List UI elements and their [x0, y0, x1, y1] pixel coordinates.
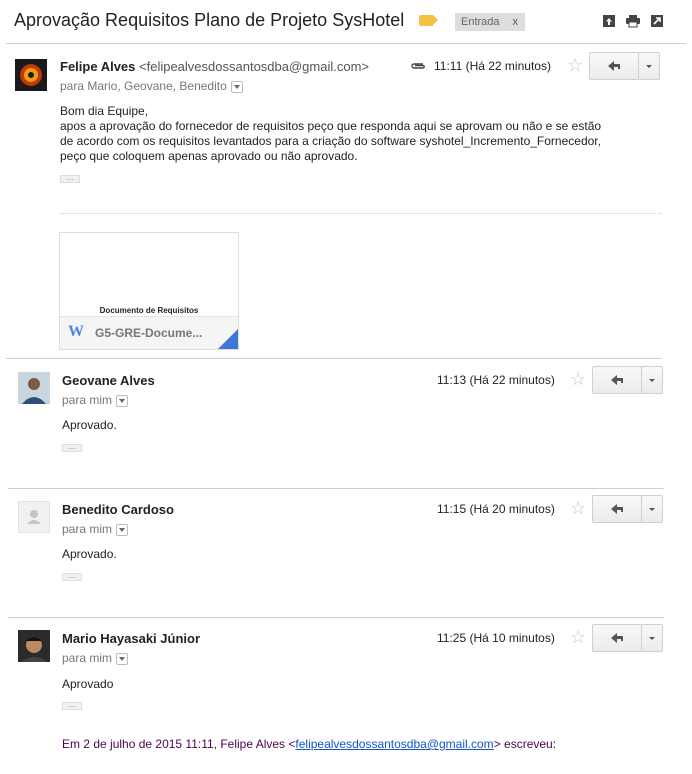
- recipients: para mim: [62, 393, 129, 407]
- quote-suffix: > escreveu:: [493, 737, 557, 751]
- recipients-text: para mim: [62, 651, 113, 665]
- attachment-paperclip-icon: [411, 63, 425, 69]
- attachment-info-bar[interactable]: W G5-GRE-Docume...: [60, 316, 238, 349]
- thread-subject: Aprovação Requisitos Plano de Projeto Sy…: [14, 10, 405, 30]
- body-line: peço que coloquem apenas aprovado ou não…: [60, 149, 358, 163]
- message-sender[interactable]: Felipe Alves <felipealvesdossantosdba@gm…: [60, 59, 369, 74]
- details-dropdown-icon[interactable]: [116, 523, 129, 536]
- expand-icon[interactable]: [650, 14, 664, 28]
- show-trimmed-content-button[interactable]: ...: [60, 174, 80, 183]
- details-dropdown-icon[interactable]: [116, 394, 129, 407]
- print-icon[interactable]: [626, 14, 640, 28]
- show-trimmed-content-button[interactable]: ...: [62, 443, 82, 452]
- message-body: Aprovado.: [62, 418, 117, 432]
- star-icon[interactable]: ☆: [567, 56, 583, 74]
- star-icon[interactable]: ☆: [570, 628, 586, 646]
- sender-name[interactable]: Geovane Alves: [62, 373, 155, 388]
- open-in-new-window-icon[interactable]: [602, 14, 616, 28]
- chevron-down-icon: [649, 508, 655, 511]
- message-body: Aprovado: [62, 677, 114, 691]
- recipients-text: para mim: [62, 522, 113, 536]
- details-dropdown-icon[interactable]: [116, 652, 129, 665]
- header-divider: [6, 43, 686, 44]
- star-icon[interactable]: ☆: [570, 499, 586, 517]
- label-chip-inbox[interactable]: Entrada x: [455, 13, 525, 31]
- reply-arrow-icon: [611, 375, 623, 385]
- more-options-button[interactable]: [641, 366, 663, 394]
- message-time[interactable]: 11:15 (Há 20 minutos): [437, 502, 555, 516]
- message-divider: [8, 617, 664, 618]
- body-line: Bom dia Equipe,: [60, 104, 149, 118]
- quote-prefix: Em 2 de julho de 2015 11:11, Felipe Alve…: [62, 737, 296, 751]
- message-divider: [6, 358, 662, 359]
- sender-name[interactable]: Mario Hayasaki Júnior: [62, 631, 200, 646]
- recipients: para mim: [62, 522, 129, 536]
- chevron-down-icon: [649, 637, 655, 640]
- avatar-image: [15, 59, 47, 91]
- message-body: Aprovado.: [62, 547, 117, 561]
- show-trimmed-content-button[interactable]: ...: [62, 701, 82, 710]
- sender-name[interactable]: Benedito Cardoso: [62, 502, 174, 517]
- avatar: [18, 501, 50, 533]
- reply-button[interactable]: [592, 495, 642, 523]
- more-options-button[interactable]: [638, 52, 660, 80]
- chevron-down-icon: [649, 379, 655, 382]
- message-time[interactable]: 11:13 (Há 22 minutos): [437, 373, 555, 387]
- label-tag-icon[interactable]: [419, 15, 438, 26]
- recipients: para Mario, Geovane, Benedito: [60, 79, 243, 93]
- more-options-button[interactable]: [641, 495, 663, 523]
- avatar-image: [18, 372, 50, 404]
- attachment-card[interactable]: Documento de Requisitos W G5-GRE-Docume.…: [59, 232, 239, 350]
- details-dropdown-icon[interactable]: [230, 80, 243, 93]
- star-icon[interactable]: ☆: [570, 370, 586, 388]
- recipients-text: para mim: [62, 393, 113, 407]
- reply-button[interactable]: [589, 52, 639, 80]
- message-body: Bom dia Equipe, apos a aprovação do forn…: [60, 104, 601, 164]
- attachment-corner-fold: [218, 329, 238, 349]
- body-line: apos a aprovação do fornecedor de requis…: [60, 119, 602, 133]
- word-document-icon: W: [68, 323, 84, 340]
- avatar: [18, 630, 50, 662]
- label-chip-text: Entrada: [461, 16, 500, 28]
- reply-button[interactable]: [592, 624, 642, 652]
- attachment-divider: [60, 213, 662, 214]
- quoted-reply-header: Em 2 de julho de 2015 11:11, Felipe Alve…: [62, 737, 556, 751]
- attachment-filename[interactable]: G5-GRE-Docume...: [95, 326, 202, 340]
- recipients-text: para Mario, Geovane, Benedito: [60, 79, 227, 93]
- reply-arrow-icon: [611, 633, 623, 643]
- avatar-image: [18, 630, 50, 662]
- default-person-icon: [27, 510, 41, 524]
- message-divider: [8, 488, 664, 489]
- label-chip-remove-button[interactable]: x: [513, 13, 519, 31]
- recipients: para mim: [62, 651, 129, 665]
- reply-arrow-icon: [611, 504, 623, 514]
- sender-name[interactable]: Felipe Alves: [60, 59, 135, 74]
- chevron-down-icon: [646, 65, 652, 68]
- reply-button[interactable]: [592, 366, 642, 394]
- body-line: de acordo com os requisitos levantados p…: [60, 134, 601, 148]
- message-time[interactable]: 11:25 (Há 10 minutos): [437, 631, 555, 645]
- quote-email-link[interactable]: felipealvesdossantosdba@gmail.com: [295, 737, 493, 751]
- attachment-preview-title: Documento de Requisitos: [99, 306, 199, 315]
- more-options-button[interactable]: [641, 624, 663, 652]
- avatar: [18, 372, 50, 404]
- message-time[interactable]: 11:11 (Há 22 minutos): [434, 59, 551, 73]
- show-trimmed-content-button[interactable]: ...: [62, 572, 82, 581]
- sender-email[interactable]: <felipealvesdossantosdba@gmail.com>: [139, 59, 369, 74]
- avatar: [15, 59, 47, 91]
- reply-arrow-icon: [608, 61, 620, 71]
